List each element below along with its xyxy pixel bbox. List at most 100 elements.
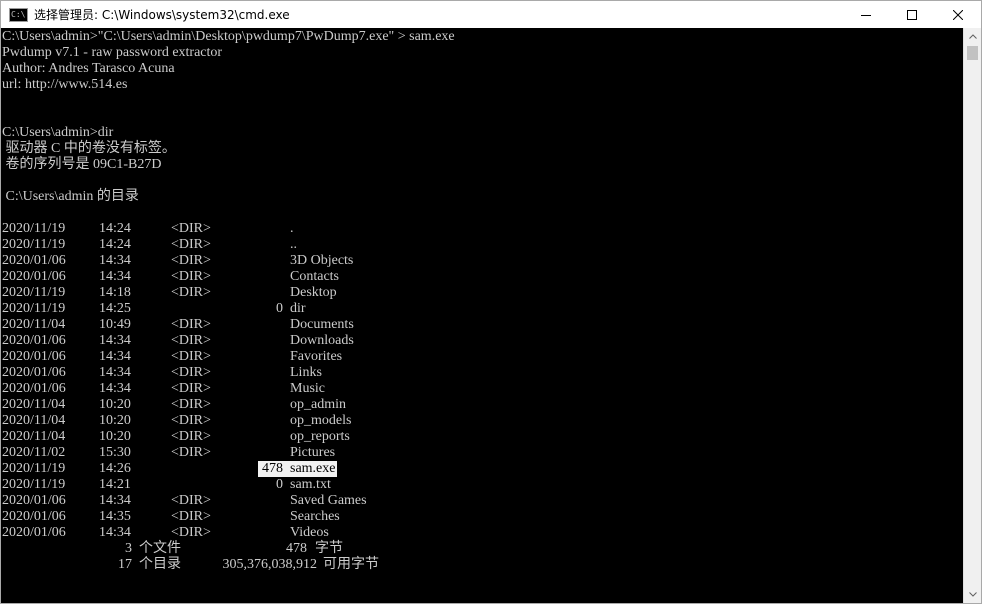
entry-name: Music — [290, 381, 325, 396]
entry-name: op_reports — [290, 429, 350, 444]
entry-date: 2020/11/19 — [2, 477, 66, 492]
entry-size — [182, 269, 283, 285]
entry-name: Videos — [290, 525, 329, 540]
entry-date: 2020/11/19 — [2, 461, 66, 476]
entry-date: 2020/01/06 — [2, 493, 66, 508]
close-button[interactable] — [935, 1, 981, 28]
dir-entry-row: 2020/11/04 10:20 <DIR> op_reports — [2, 429, 902, 445]
title-bar[interactable]: C:\ 选择管理员: C:\Windows\system32\cmd.exe — [1, 1, 981, 28]
entry-time: 14:18 — [99, 285, 131, 300]
entry-time: 14:24 — [99, 237, 131, 252]
entry-name: 3D Objects — [290, 253, 354, 268]
chevron-down-icon — [968, 592, 977, 597]
summary-dirs-line: 17 个目录 305,376,038,912 可用字节 — [2, 557, 902, 573]
dir-entry-row: 2020/11/04 10:20 <DIR> op_admin — [2, 397, 902, 413]
entry-name: . — [290, 221, 294, 236]
entry-time: 14:34 — [99, 349, 131, 364]
entry-size — [182, 317, 283, 333]
entry-time: 14:34 — [99, 269, 131, 284]
entry-size: 0 — [276, 477, 283, 492]
console-output[interactable]: C:\Users\admin>"C:\Users\admin\Desktop\p… — [1, 28, 963, 603]
files-count: 3 — [125, 541, 132, 556]
scroll-up-button[interactable] — [964, 28, 981, 45]
maximize-button[interactable] — [889, 1, 935, 28]
entry-time: 14:35 — [99, 509, 131, 524]
scroll-thumb[interactable] — [967, 46, 978, 60]
entry-time: 14:34 — [99, 381, 131, 396]
entry-time: 14:34 — [99, 253, 131, 268]
window-controls — [843, 1, 981, 28]
entry-date: 2020/11/19 — [2, 301, 66, 316]
minimize-button[interactable] — [843, 1, 889, 28]
entry-date: 2020/01/06 — [2, 333, 66, 348]
minimize-icon — [861, 14, 871, 16]
entry-time: 15:30 — [99, 445, 131, 460]
entry-date: 2020/11/19 — [2, 237, 66, 252]
entry-name: Links — [290, 365, 322, 380]
entry-name: Downloads — [290, 333, 354, 348]
console-line: C:\Users\admin>dir — [2, 125, 114, 140]
console-line: 驱动器 C 中的卷没有标签。 — [2, 141, 176, 156]
console-line: 卷的序列号是 09C1-B27D — [2, 157, 162, 172]
entry-size — [182, 381, 283, 397]
entry-time: 10:20 — [99, 429, 131, 444]
entry-size — [182, 397, 283, 413]
entry-size — [182, 285, 283, 301]
entry-size: 478 — [258, 461, 287, 477]
entry-time: 10:20 — [99, 397, 131, 412]
entry-name: Contacts — [290, 269, 339, 284]
entry-size — [182, 429, 283, 445]
console-line: Author: Andres Tarasco Acuna — [2, 61, 175, 76]
dir-entry-row: 2020/11/19 14:25 0 dir — [2, 301, 902, 317]
entry-name: dir — [290, 301, 306, 316]
entry-time: 10:49 — [99, 317, 131, 332]
dir-entry-row: 2020/11/02 15:30 <DIR> Pictures — [2, 445, 902, 461]
dir-entry-row: 2020/11/19 14:24 <DIR>. — [2, 221, 902, 237]
entry-name: .. — [290, 237, 297, 252]
entry-time: 14:34 — [99, 365, 131, 380]
dir-entry-row: 2020/11/04 10:20 <DIR> op_models — [2, 413, 902, 429]
entry-date: 2020/01/06 — [2, 365, 66, 380]
dir-entry-row: 2020/11/19 14:18 <DIR> Desktop — [2, 285, 902, 301]
scroll-down-button[interactable] — [964, 586, 981, 603]
entry-time: 14:34 — [99, 525, 131, 540]
dir-entry-row: 2020/01/06 14:34 <DIR> Contacts — [2, 269, 902, 285]
maximize-icon — [907, 9, 917, 20]
entry-size — [182, 445, 283, 461]
entry-name: Pictures — [290, 445, 336, 460]
entry-name: op_models — [290, 413, 352, 428]
entry-time: 14:21 — [99, 477, 131, 492]
free-bytes: 305,376,038,912 — [222, 557, 318, 572]
window-title: 选择管理员: C:\Windows\system32\cmd.exe — [34, 8, 290, 22]
entry-name: op_admin — [290, 397, 346, 412]
entry-size — [182, 349, 283, 365]
free-label: 可用字节 — [323, 557, 379, 572]
dir-entry-row: 2020/01/06 14:34 <DIR> Downloads — [2, 333, 902, 349]
entry-date: 2020/11/04 — [2, 413, 66, 428]
entry-time: 14:25 — [99, 301, 131, 316]
entry-time: 14:34 — [99, 493, 131, 508]
entry-time: 14:34 — [99, 333, 131, 348]
files-label: 个文件 — [139, 541, 181, 556]
entry-date: 2020/11/19 — [2, 285, 66, 300]
entry-size — [182, 237, 283, 253]
close-icon — [953, 9, 963, 20]
entry-name: Saved Games — [290, 493, 367, 508]
entry-name: Favorites — [290, 349, 343, 364]
entry-size — [182, 365, 283, 381]
vertical-scrollbar[interactable] — [963, 28, 981, 603]
entry-name: sam.txt — [290, 477, 331, 492]
entry-size: 0 — [276, 301, 283, 316]
dirs-count: 17 — [118, 557, 132, 572]
console-line: url: http://www.514.es — [2, 77, 128, 92]
entry-date: 2020/01/06 — [2, 349, 66, 364]
entry-name: sam.exe — [287, 461, 338, 477]
entry-size — [182, 333, 283, 349]
entry-name: Searches — [290, 509, 340, 524]
console-line: C:\Users\admin 的目录 — [2, 189, 139, 204]
entry-size — [182, 493, 283, 509]
dir-entry-row: 2020/11/19 14:24 <DIR>.. — [2, 237, 902, 253]
entry-date: 2020/01/06 — [2, 509, 66, 524]
dir-entry-row: 2020/01/06 14:34 <DIR> Videos — [2, 525, 902, 541]
entry-date: 2020/11/19 — [2, 221, 66, 236]
